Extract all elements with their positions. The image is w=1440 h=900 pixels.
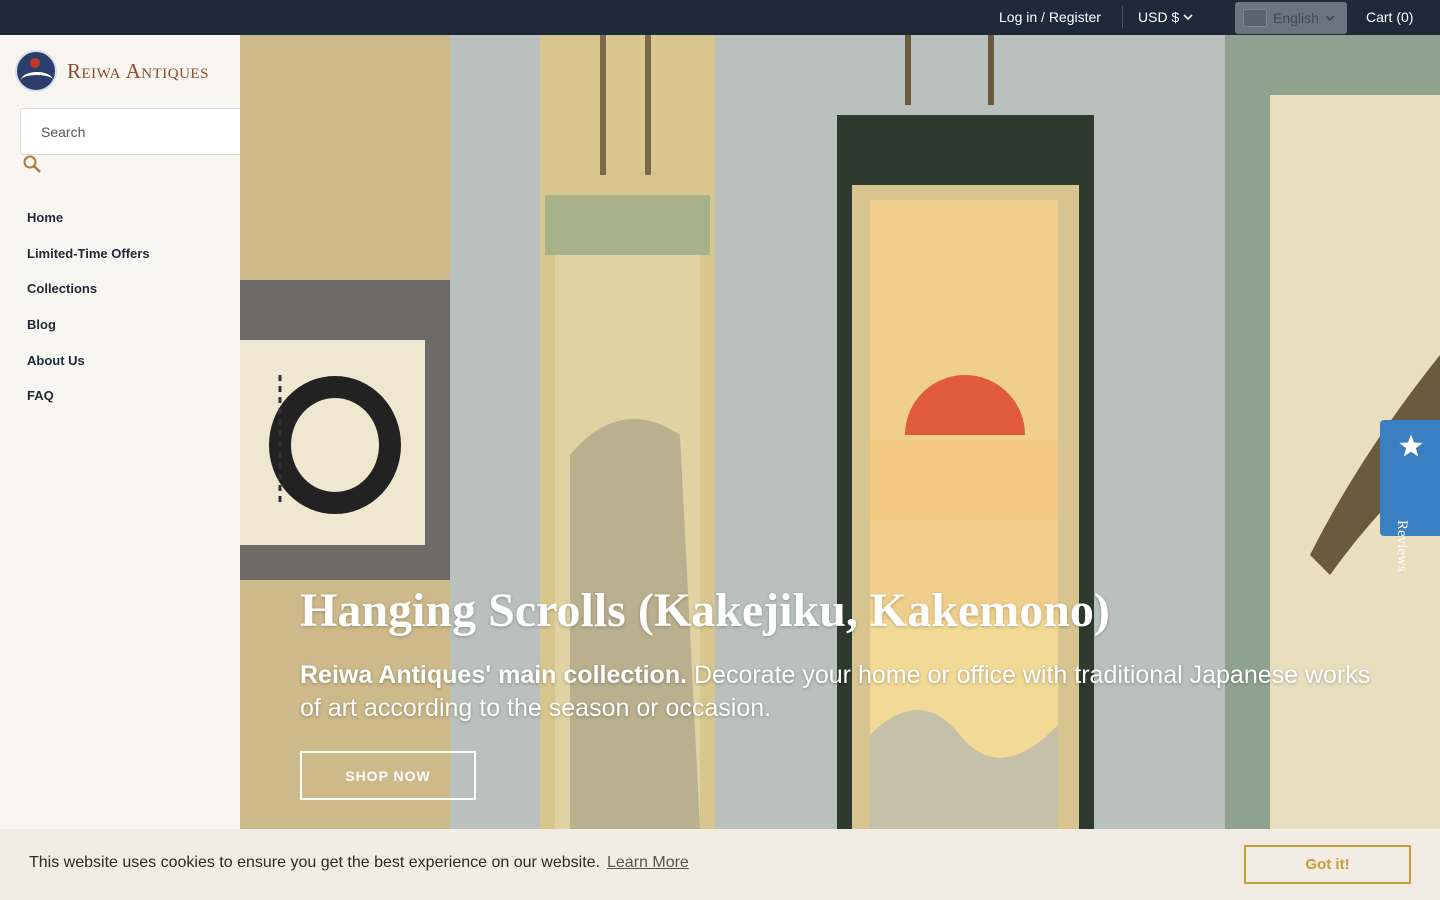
main-nav: Home Limited-Time Offers Collections Blo… bbox=[27, 210, 150, 424]
language-label: English bbox=[1273, 10, 1319, 26]
login-register-link[interactable]: Log in / Register bbox=[999, 9, 1101, 25]
language-selector[interactable]: English bbox=[1235, 2, 1347, 34]
chevron-down-icon bbox=[1183, 14, 1193, 21]
logo-emblem-icon bbox=[15, 50, 57, 92]
topbar-divider bbox=[1122, 6, 1123, 28]
accept-cookies-button[interactable]: Got it! bbox=[1244, 845, 1411, 884]
hero-lead-bold: Reiwa Antiques' main collection. bbox=[300, 661, 688, 689]
nav-item-home[interactable]: Home bbox=[27, 210, 150, 246]
brand-name: Reiwa Antiques bbox=[67, 58, 209, 83]
reviews-label: Reviews bbox=[1394, 520, 1410, 572]
brand-logo[interactable]: Reiwa Antiques bbox=[15, 50, 209, 92]
cookie-banner: This website uses cookies to ensure you … bbox=[0, 829, 1440, 900]
star-icon bbox=[1399, 434, 1423, 457]
hero-title: Hanging Scrolls (Kakejiku, Kakemono) bbox=[300, 584, 1110, 637]
cart-link[interactable]: Cart (0) bbox=[1366, 9, 1413, 25]
flag-icon bbox=[1243, 9, 1267, 27]
top-bar: Log in / Register USD $ English Cart (0) bbox=[0, 0, 1440, 35]
reviews-tab[interactable]: Reviews bbox=[1380, 420, 1440, 572]
nav-item-faq[interactable]: FAQ bbox=[27, 388, 150, 424]
learn-more-link[interactable]: Learn More bbox=[607, 854, 689, 872]
chevron-down-icon bbox=[1325, 15, 1335, 22]
cookie-message: This website uses cookies to ensure you … bbox=[29, 854, 600, 871]
currency-label: USD $ bbox=[1138, 9, 1180, 25]
hero-banner: Hanging Scrolls (Kakejiku, Kakemono) Rei… bbox=[240, 35, 1440, 829]
nav-item-about-us[interactable]: About Us bbox=[27, 353, 150, 389]
search-input[interactable]: Search bbox=[20, 108, 240, 155]
nav-item-limited-time-offers[interactable]: Limited-Time Offers bbox=[27, 246, 150, 282]
search-icon[interactable] bbox=[22, 154, 42, 174]
search-placeholder: Search bbox=[41, 123, 86, 140]
hero-description: Reiwa Antiques' main collection. Decorat… bbox=[300, 659, 1380, 725]
sidebar: Reiwa Antiques Search Home Limited-Time … bbox=[0, 35, 240, 900]
currency-selector[interactable]: USD $ bbox=[1138, 9, 1193, 25]
nav-item-collections[interactable]: Collections bbox=[27, 281, 150, 317]
nav-item-blog[interactable]: Blog bbox=[27, 317, 150, 353]
shop-now-button[interactable]: SHOP NOW bbox=[300, 751, 476, 800]
